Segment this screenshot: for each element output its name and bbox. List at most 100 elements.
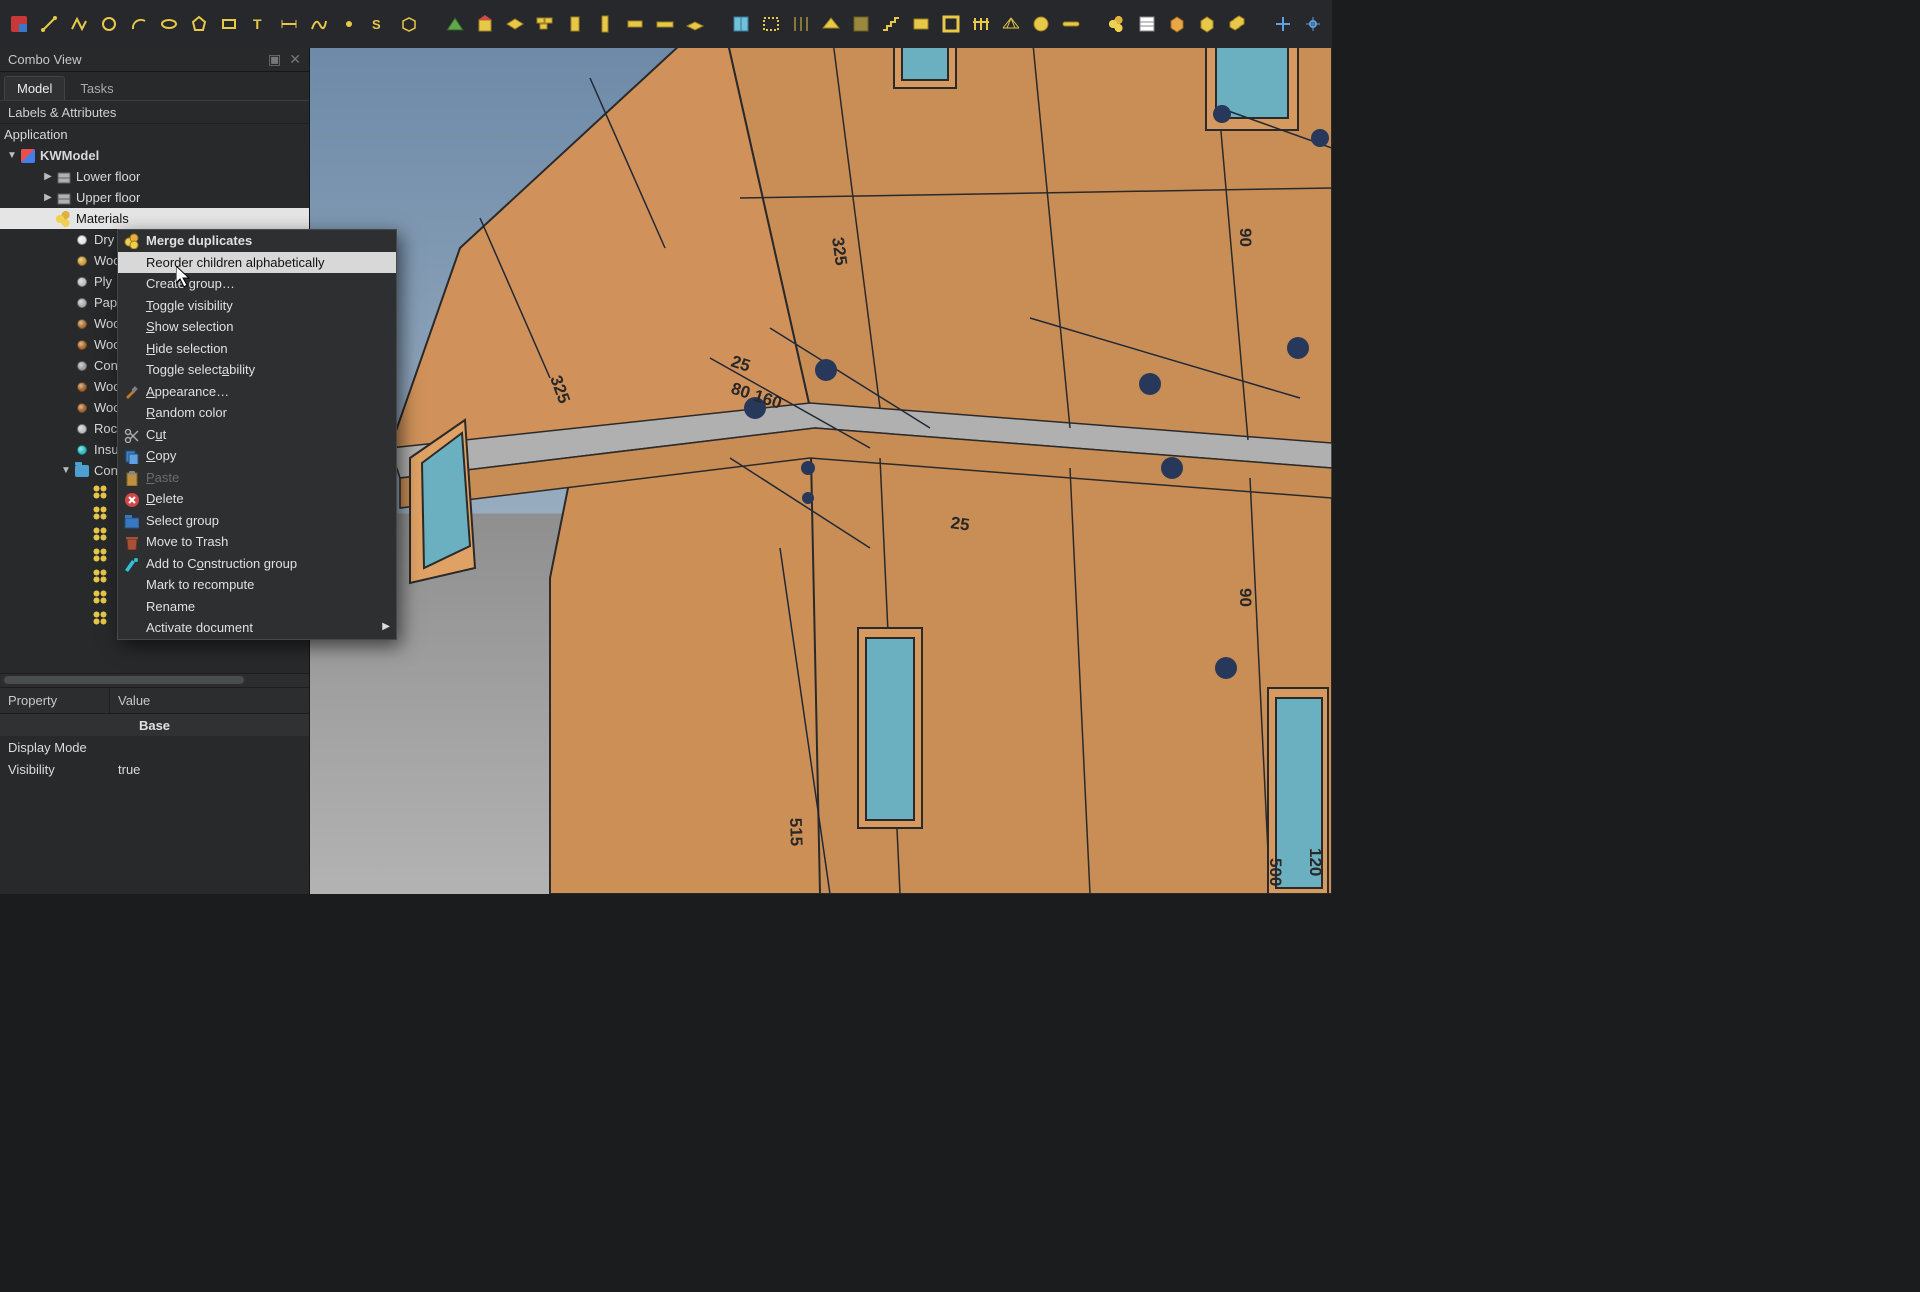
arch-window-icon[interactable]	[728, 11, 754, 37]
material-dot-icon	[74, 274, 90, 290]
tree-expand-icon[interactable]: ▼	[4, 150, 20, 161]
panel-titlebar: Combo View ▣ ✕	[0, 48, 309, 72]
snap-endpoint-icon[interactable]	[1270, 11, 1296, 37]
arch-column-icon[interactable]	[622, 11, 648, 37]
arch-section-icon[interactable]	[758, 11, 784, 37]
context-menu-label: Delete	[146, 491, 184, 506]
tree-expand-icon[interactable]: ▶	[40, 171, 56, 182]
dim-label: 120	[1306, 848, 1325, 876]
tab-model[interactable]: Model	[4, 76, 65, 100]
tool-facebinder-icon[interactable]	[396, 11, 422, 37]
tool-bspline-icon[interactable]	[306, 11, 332, 37]
property-name: Visibility	[0, 762, 110, 777]
arch-axis-icon[interactable]	[788, 11, 814, 37]
tree-item[interactable]: Materials	[0, 208, 309, 229]
context-menu-item[interactable]: Select group	[118, 510, 396, 532]
context-menu-label: Cut	[146, 427, 166, 442]
snap-midpoint-icon[interactable]	[1300, 11, 1326, 37]
copy-icon	[122, 447, 140, 465]
context-menu-item[interactable]: Hide selection	[118, 338, 396, 360]
arch-truss-icon[interactable]	[998, 11, 1024, 37]
3d-viewport[interactable]: 325 25 80 160 325 90 90 25 515 120 500	[310, 48, 1332, 894]
arch-frame-icon[interactable]	[938, 11, 964, 37]
material-dot-icon	[74, 295, 90, 311]
context-menu-item[interactable]: Mark to recompute	[118, 574, 396, 596]
arch-structure-icon[interactable]	[562, 11, 588, 37]
dim-label: 90	[1236, 588, 1255, 607]
context-menu-item[interactable]: Rename	[118, 596, 396, 618]
arch-space-icon[interactable]	[848, 11, 874, 37]
tree-expand-icon[interactable]: ▶	[40, 192, 56, 203]
tool-line-icon[interactable]	[36, 11, 62, 37]
tool-shapestring-icon[interactable]: S	[366, 11, 392, 37]
panel-float-icon[interactable]: ▣	[268, 51, 281, 68]
arch-floor-icon[interactable]	[502, 11, 528, 37]
arch-site-icon[interactable]	[442, 11, 468, 37]
arch-slab-icon[interactable]	[682, 11, 708, 37]
property-row[interactable]: Display Mode	[0, 736, 309, 758]
tool-rectangle-icon[interactable]	[216, 11, 242, 37]
tab-tasks[interactable]: Tasks	[67, 76, 126, 100]
model-group-icon	[56, 190, 72, 206]
context-menu-item[interactable]: Cut	[118, 424, 396, 446]
panel-title: Combo View	[8, 52, 81, 67]
context-menu-label: Copy	[146, 448, 176, 463]
context-menu-item[interactable]: Add to Construction group	[118, 553, 396, 575]
panel-close-icon[interactable]: ✕	[289, 51, 301, 68]
arch-reference-icon[interactable]	[1194, 11, 1220, 37]
snap-center-icon[interactable]	[1330, 11, 1332, 37]
tree-expand-icon[interactable]: ▼	[58, 465, 74, 476]
context-menu-item[interactable]: Merge duplicates	[118, 230, 396, 252]
arch-clone-icon[interactable]	[1224, 11, 1250, 37]
context-menu-item[interactable]: Random color	[118, 402, 396, 424]
tree-item-label: Con	[94, 358, 118, 373]
property-name: Display Mode	[0, 740, 110, 755]
tool-wire-icon[interactable]	[66, 11, 92, 37]
arch-rebar-icon[interactable]	[592, 11, 618, 37]
context-menu-label: Add to Construction group	[146, 556, 297, 571]
arch-schedule-icon[interactable]	[1134, 11, 1160, 37]
tree-scrollbar[interactable]	[0, 673, 309, 687]
context-menu-label: Select group	[146, 513, 219, 528]
arch-component-icon[interactable]	[1164, 11, 1190, 37]
context-menu-item[interactable]: Move to Trash	[118, 531, 396, 553]
tool-point-icon[interactable]	[336, 11, 362, 37]
tool-dimension-icon[interactable]	[276, 11, 302, 37]
property-row[interactable]: Visibilitytrue	[0, 758, 309, 780]
panel-tabs: Model Tasks	[0, 72, 309, 100]
tree-root[interactable]: Application	[0, 124, 309, 145]
context-menu-item[interactable]: Create group…	[118, 273, 396, 295]
arch-stairs-icon[interactable]	[878, 11, 904, 37]
tool-ellipse-icon[interactable]	[156, 11, 182, 37]
tool-text-icon[interactable]: T	[246, 11, 272, 37]
arch-equipment-icon[interactable]	[1028, 11, 1054, 37]
arch-pipe-icon[interactable]	[1058, 11, 1084, 37]
trash-icon	[122, 533, 140, 551]
context-menu-item[interactable]: Toggle visibility	[118, 295, 396, 317]
context-menu-item[interactable]: Appearance…	[118, 381, 396, 403]
context-menu-item[interactable]: Copy	[118, 445, 396, 467]
context-menu-item[interactable]: Activate document▶	[118, 617, 396, 639]
context-menu-label: Appearance…	[146, 384, 229, 399]
arch-material-icon[interactable]	[1104, 11, 1130, 37]
arch-fence-icon[interactable]	[968, 11, 994, 37]
arch-beam-icon[interactable]	[652, 11, 678, 37]
tool-freecad-icon[interactable]	[6, 11, 32, 37]
tool-circle-icon[interactable]	[96, 11, 122, 37]
brush-icon	[122, 383, 140, 401]
tool-arc-icon[interactable]	[126, 11, 152, 37]
tree-item-label: Insu	[94, 442, 119, 457]
tree-item[interactable]: ▶Lower floor	[0, 166, 309, 187]
context-menu-item[interactable]: Reorder children alphabetically	[118, 252, 396, 274]
arch-panel-icon[interactable]	[908, 11, 934, 37]
context-menu-item[interactable]: Show selection	[118, 316, 396, 338]
arch-building-icon[interactable]	[472, 11, 498, 37]
tool-polygon-icon[interactable]	[186, 11, 212, 37]
arch-roof-icon[interactable]	[818, 11, 844, 37]
context-menu-item[interactable]: Toggle selectability	[118, 359, 396, 381]
context-menu[interactable]: Merge duplicatesReorder children alphabe…	[117, 229, 397, 640]
arch-wall-icon[interactable]	[532, 11, 558, 37]
tree-document[interactable]: ▼ KWModel	[0, 145, 309, 166]
tree-item[interactable]: ▶Upper floor	[0, 187, 309, 208]
context-menu-item[interactable]: Delete	[118, 488, 396, 510]
